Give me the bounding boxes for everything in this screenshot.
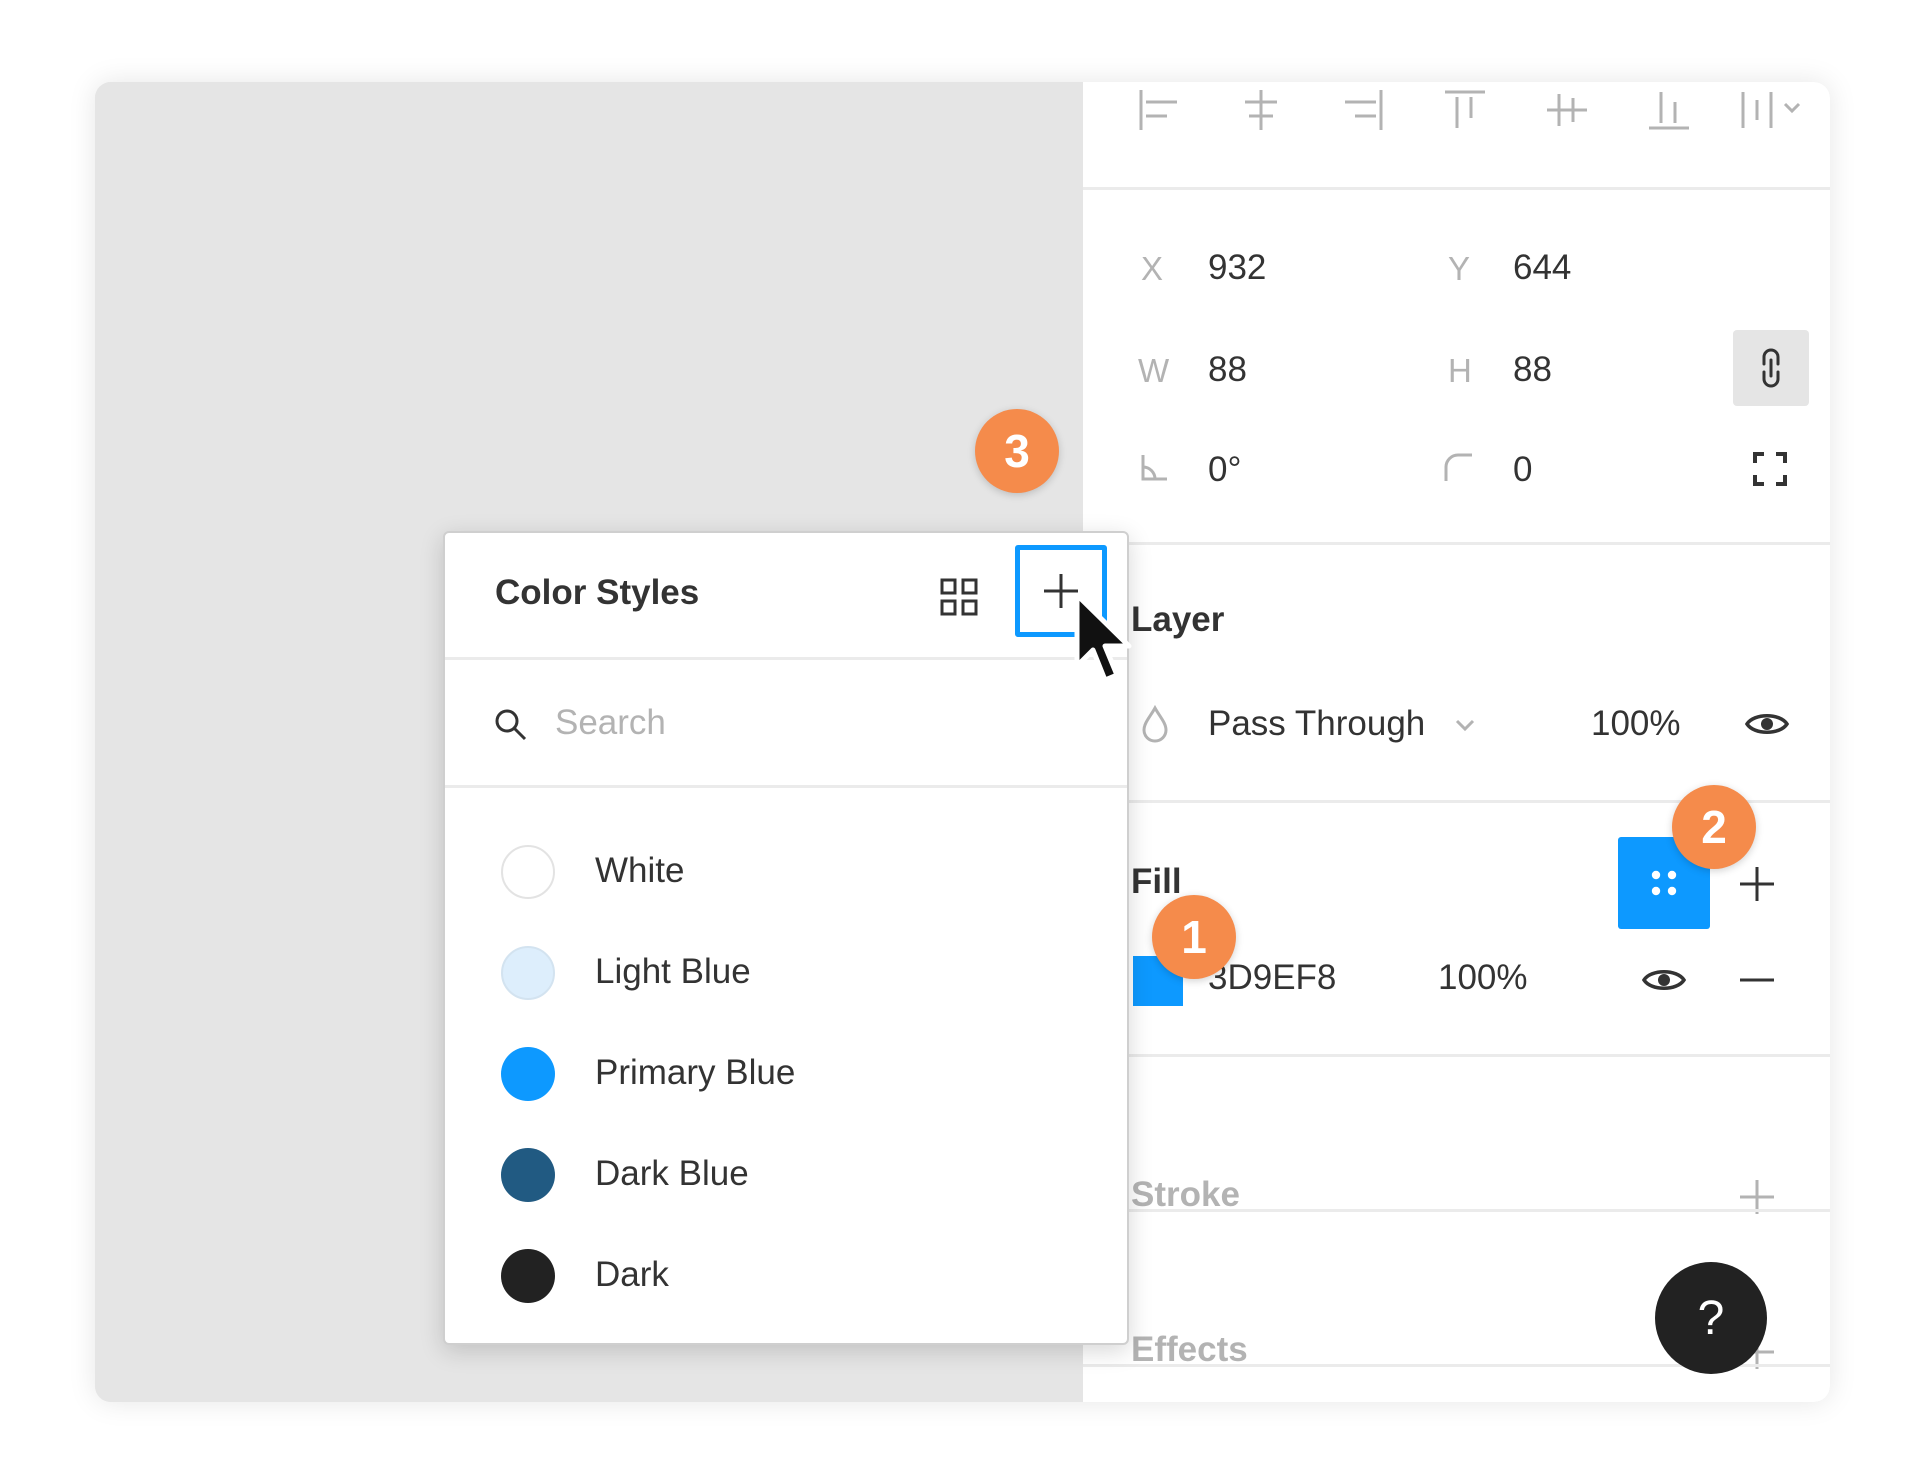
- fill-section-title: Fill: [1131, 862, 1182, 901]
- color-style-name: Primary Blue: [595, 1053, 796, 1092]
- layer-section-title: Layer: [1131, 600, 1225, 639]
- step-badge-2: 2: [1672, 785, 1756, 869]
- color-style-item[interactable]: Dark Blue: [445, 1126, 1127, 1226]
- color-swatch: [501, 1047, 555, 1101]
- x-label: X: [1141, 250, 1164, 287]
- color-style-item[interactable]: Light Blue: [445, 924, 1127, 1024]
- x-input[interactable]: 932: [1208, 248, 1266, 288]
- help-button[interactable]: ?: [1655, 1262, 1767, 1374]
- distribute-icon[interactable]: [1733, 82, 1813, 138]
- rotation-input[interactable]: 0°: [1208, 450, 1241, 490]
- color-style-item[interactable]: Dark: [445, 1227, 1127, 1327]
- cursor-arrow-icon: [1073, 592, 1137, 691]
- color-style-name: White: [595, 851, 685, 890]
- h-label: H: [1448, 352, 1472, 389]
- divider: [445, 785, 1127, 788]
- align-horizontal-center-icon[interactable]: [1237, 82, 1285, 138]
- app-window: X 932 Y 644 W 88 H 88 0° 0 Layer Pass Th…: [95, 82, 1830, 1402]
- width-input[interactable]: 88: [1208, 350, 1247, 390]
- color-styles-popup: Color Styles Search White Light Blue Pri…: [443, 531, 1129, 1345]
- constrain-proportions-icon[interactable]: [1733, 330, 1809, 406]
- corner-radius-input[interactable]: 0: [1513, 450, 1532, 490]
- height-input[interactable]: 88: [1513, 350, 1552, 390]
- blend-mode-select[interactable]: Pass Through: [1208, 704, 1425, 744]
- properties-panel: X 932 Y 644 W 88 H 88 0° 0 Layer Pass Th…: [1083, 82, 1830, 1402]
- fill-hex-input[interactable]: 3D9EF8: [1208, 958, 1336, 998]
- color-style-name: Dark Blue: [595, 1154, 749, 1193]
- rotation-icon: [1135, 449, 1171, 485]
- fill-opacity-input[interactable]: 100%: [1438, 958, 1528, 998]
- independent-corners-icon[interactable]: [1748, 447, 1792, 491]
- opacity-drop-icon: [1135, 702, 1175, 746]
- eye-icon[interactable]: [1743, 704, 1791, 744]
- color-swatch: [501, 946, 555, 1000]
- corner-radius-icon: [1440, 449, 1476, 485]
- y-input[interactable]: 644: [1513, 248, 1571, 288]
- color-styles-title: Color Styles: [495, 573, 700, 612]
- grid-view-icon[interactable]: [937, 575, 981, 619]
- add-fill-icon[interactable]: [1735, 862, 1779, 906]
- align-left-icon[interactable]: [1135, 82, 1183, 138]
- divider: [445, 657, 1127, 660]
- divider: [1083, 1054, 1830, 1057]
- fill-visibility-eye-icon[interactable]: [1640, 960, 1688, 1000]
- align-top-icon[interactable]: [1441, 82, 1489, 138]
- layer-opacity-input[interactable]: 100%: [1591, 704, 1681, 744]
- color-swatch: [501, 845, 555, 899]
- remove-fill-icon[interactable]: [1735, 960, 1779, 1000]
- add-stroke-icon[interactable]: [1735, 1175, 1779, 1219]
- step-badge-3: 3: [975, 409, 1059, 493]
- color-style-item[interactable]: Primary Blue: [445, 1025, 1127, 1125]
- w-label: W: [1138, 352, 1170, 389]
- color-style-item[interactable]: White: [445, 823, 1127, 923]
- chevron-down-icon[interactable]: [1450, 710, 1480, 740]
- color-swatch: [501, 1249, 555, 1303]
- color-swatch: [501, 1148, 555, 1202]
- align-right-icon[interactable]: [1339, 82, 1387, 138]
- search-icon: [491, 705, 531, 745]
- divider: [1083, 542, 1830, 545]
- divider: [1083, 187, 1830, 190]
- color-style-name: Light Blue: [595, 952, 751, 991]
- align-bottom-icon[interactable]: [1645, 82, 1693, 138]
- y-label: Y: [1448, 250, 1471, 287]
- search-input[interactable]: Search: [555, 703, 666, 743]
- align-vertical-center-icon[interactable]: [1543, 82, 1591, 138]
- step-badge-1: 1: [1152, 895, 1236, 979]
- color-style-name: Dark: [595, 1255, 669, 1294]
- divider: [1083, 1209, 1830, 1212]
